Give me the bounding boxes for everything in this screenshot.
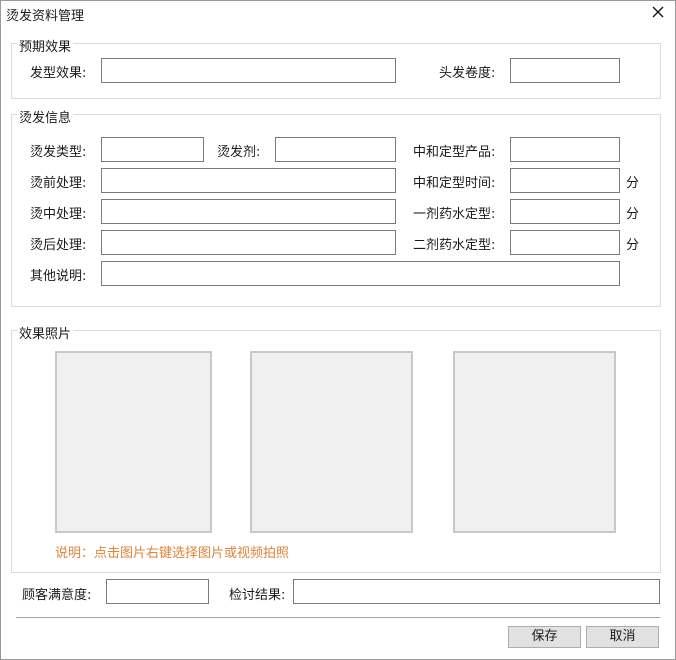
curl-degree-input[interactable]: [510, 58, 620, 83]
neutralizer-product-input[interactable]: [510, 137, 620, 162]
neutralizer-time-input[interactable]: [510, 168, 620, 193]
photos-legend: 效果照片: [17, 323, 74, 342]
style-effect-label: 发型效果:: [30, 66, 87, 81]
cancel-button[interactable]: 取消: [586, 626, 659, 648]
perm-agent-input[interactable]: [275, 137, 396, 162]
neutralizer-time-label: 中和定型时间:: [413, 176, 496, 191]
second-agent-unit: 分: [626, 238, 640, 253]
pre-treatment-input[interactable]: [101, 168, 396, 193]
footer-divider: [16, 617, 660, 618]
curl-degree-label: 头发卷度:: [439, 66, 496, 81]
save-button[interactable]: 保存: [508, 626, 581, 648]
mid-treatment-input[interactable]: [101, 199, 396, 224]
post-treatment-label: 烫后处理:: [30, 238, 87, 253]
pre-treatment-label: 烫前处理:: [30, 176, 87, 191]
perm-agent-label: 烫发剂:: [217, 145, 261, 160]
mid-treatment-label: 烫中处理:: [30, 207, 87, 222]
second-agent-label: 二剂药水定型:: [413, 238, 496, 253]
other-notes-label: 其他说明:: [30, 269, 87, 284]
window-title: 烫发资料管理: [6, 9, 85, 24]
neutralizer-product-label: 中和定型产品:: [413, 145, 496, 160]
photo-slot-2[interactable]: [250, 351, 413, 533]
expected-effect-legend: 预期效果: [17, 36, 74, 55]
photo-slot-3[interactable]: [453, 351, 616, 533]
neutralizer-time-unit: 分: [626, 176, 640, 191]
photos-hint: 说明：点击图片右键选择图片或视频拍照: [55, 546, 290, 561]
perm-info-legend: 烫发信息: [17, 107, 74, 126]
review-result-input[interactable]: [293, 579, 660, 604]
close-icon[interactable]: [648, 2, 668, 22]
perm-type-input[interactable]: [101, 137, 204, 162]
review-result-label: 检讨结果:: [229, 588, 286, 603]
first-agent-label: 一剂药水定型:: [413, 207, 496, 222]
first-agent-unit: 分: [626, 207, 640, 222]
other-notes-input[interactable]: [101, 261, 620, 286]
second-agent-input[interactable]: [510, 230, 620, 255]
style-effect-input[interactable]: [101, 58, 396, 83]
satisfaction-label: 顾客满意度:: [22, 588, 92, 603]
perm-type-label: 烫发类型:: [30, 145, 87, 160]
first-agent-input[interactable]: [510, 199, 620, 224]
post-treatment-input[interactable]: [101, 230, 396, 255]
photo-slot-1[interactable]: [55, 351, 212, 533]
satisfaction-input[interactable]: [106, 579, 209, 604]
